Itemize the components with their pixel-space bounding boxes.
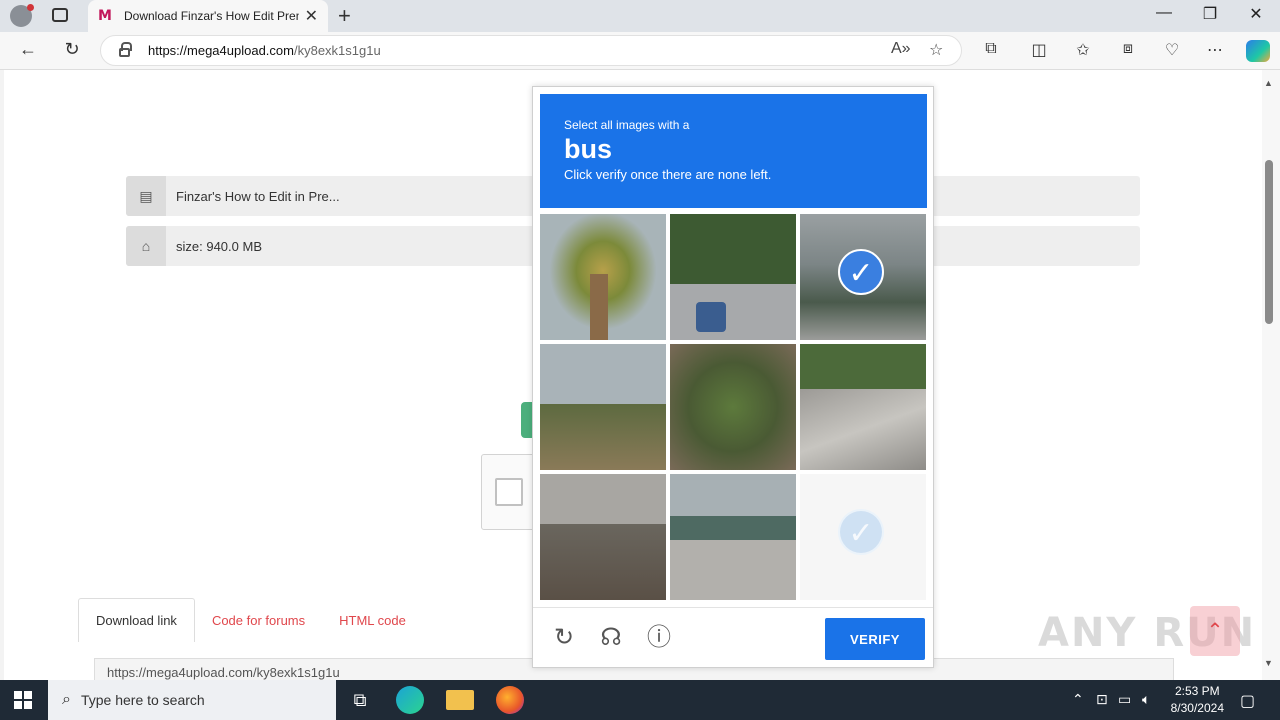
favorites-icon[interactable]: ✩: [1072, 40, 1094, 60]
link-tabs: Download link Code for forums HTML code: [78, 598, 423, 642]
verify-button[interactable]: VERIFY: [825, 618, 925, 660]
more-menu-icon[interactable]: ⋯: [1204, 40, 1226, 60]
info-icon[interactable]: ⓘ: [645, 624, 673, 652]
notifications-icon[interactable]: ▢: [1240, 691, 1255, 711]
captcha-tile-1[interactable]: [540, 214, 666, 340]
collections-icon[interactable]: ⧈: [1117, 40, 1139, 58]
captcha-tile-3[interactable]: ✓: [800, 214, 926, 340]
selected-check-icon: ✓: [838, 249, 884, 295]
search-icon: ⌕: [62, 691, 71, 708]
captcha-target-word: bus: [564, 134, 613, 164]
tab-close-icon[interactable]: ✕: [305, 6, 318, 26]
split-screen-icon[interactable]: ◫: [1028, 40, 1050, 60]
favorite-star-icon[interactable]: ☆: [929, 40, 943, 60]
tab-html-code[interactable]: HTML code: [322, 598, 423, 642]
back-icon[interactable]: ←: [16, 39, 40, 60]
scroll-top-button[interactable]: ⌃: [1190, 606, 1240, 656]
tab-code-for-forums[interactable]: Code for forums: [195, 598, 322, 642]
extensions-icon[interactable]: ⧉: [980, 40, 1002, 58]
captcha-image-grid: ✓ ✓: [540, 214, 928, 602]
firefox-icon[interactable]: [496, 686, 524, 714]
restore-icon[interactable]: ❐: [1187, 4, 1233, 24]
audio-headphones-icon[interactable]: ☊: [597, 624, 625, 652]
file-icon: ▤: [126, 176, 166, 216]
clock[interactable]: 2:53 PM 8/30/2024: [1171, 683, 1224, 717]
edge-browser-icon[interactable]: [396, 686, 424, 714]
url-host: https://mega4upload.com: [148, 43, 294, 58]
search-placeholder: Type here to search: [80, 692, 205, 708]
file-explorer-icon[interactable]: [446, 690, 474, 710]
profile-avatar[interactable]: [10, 4, 34, 27]
new-tab-icon[interactable]: +: [338, 3, 351, 29]
browser-tab[interactable]: M Download Finzar's How Edit Pren ✕: [88, 0, 328, 32]
captcha-dialog: Select all images with a bus Click verif…: [532, 86, 934, 668]
task-view-icon[interactable]: ⧉: [346, 686, 374, 714]
selected-check-icon: ✓: [838, 509, 884, 555]
refresh-icon[interactable]: ↻: [60, 39, 84, 60]
tab-title: Download Finzar's How Edit Pren: [124, 9, 299, 23]
reload-icon[interactable]: ↻: [550, 624, 578, 652]
file-size: size: 940.0 MB: [176, 238, 262, 254]
captcha-tile-6[interactable]: [800, 344, 926, 470]
captcha-tile-7[interactable]: [540, 474, 666, 600]
volume-icon[interactable]: 🔈︎: [1142, 691, 1150, 708]
windows-taskbar: ⌕ Type here to search ⧉ ⌃ ⊡ ▭ 🔈︎ 2:53 PM…: [0, 680, 1280, 720]
drive-icon: ⌂: [126, 226, 166, 266]
browser-essentials-icon[interactable]: ♡: [1161, 40, 1183, 60]
time: 2:53 PM: [1174, 684, 1220, 698]
start-windows-icon[interactable]: [14, 691, 32, 709]
captcha-tile-9[interactable]: ✓: [800, 474, 926, 600]
tray-chevron-icon[interactable]: ⌃: [1072, 691, 1084, 708]
site-favicon-icon: M: [98, 8, 112, 24]
browser-titlebar: M Download Finzar's How Edit Pren ✕ + — …: [0, 0, 1280, 32]
captcha-tile-8[interactable]: [670, 474, 796, 600]
captcha-hint: Click verify once there are none left.: [564, 167, 772, 182]
captcha-footer: ↻ ☊ ⓘ VERIFY: [533, 607, 933, 667]
captcha-tile-5[interactable]: [670, 344, 796, 470]
copilot-icon[interactable]: [1246, 40, 1270, 62]
captcha-tile-2[interactable]: [670, 214, 796, 340]
captcha-instruction: Select all images with a: [564, 118, 690, 132]
scroll-down-icon[interactable]: ▼: [1264, 658, 1273, 668]
taskbar-search[interactable]: ⌕ Type here to search: [48, 680, 336, 720]
captcha-header: Select all images with a bus Click verif…: [540, 94, 927, 208]
file-name: Finzar's How to Edit in Pre...: [176, 188, 340, 204]
read-aloud-icon[interactable]: A»: [891, 40, 911, 58]
scrollbar-thumb[interactable]: [1265, 160, 1273, 324]
recaptcha-checkbox[interactable]: [495, 478, 523, 506]
ethernet-icon[interactable]: ▭: [1118, 691, 1131, 708]
minimize-icon[interactable]: —: [1141, 4, 1187, 22]
lock-icon[interactable]: [119, 42, 132, 57]
window-close-icon[interactable]: ✕: [1233, 4, 1279, 24]
url-path: /ky8exk1s1g1u: [293, 43, 381, 58]
tab-download-link[interactable]: Download link: [78, 598, 195, 642]
address-bar[interactable]: https://mega4upload.com/ky8exk1s1g1u A» …: [100, 35, 962, 66]
network-icon[interactable]: ⊡: [1096, 691, 1108, 708]
browser-toolbar: ← ↻ https://mega4upload.com/ky8exk1s1g1u…: [0, 32, 1280, 70]
captcha-tile-4[interactable]: [540, 344, 666, 470]
scroll-up-icon[interactable]: ▲: [1264, 78, 1273, 88]
date: 8/30/2024: [1170, 701, 1224, 715]
tab-actions-icon[interactable]: [52, 8, 68, 22]
